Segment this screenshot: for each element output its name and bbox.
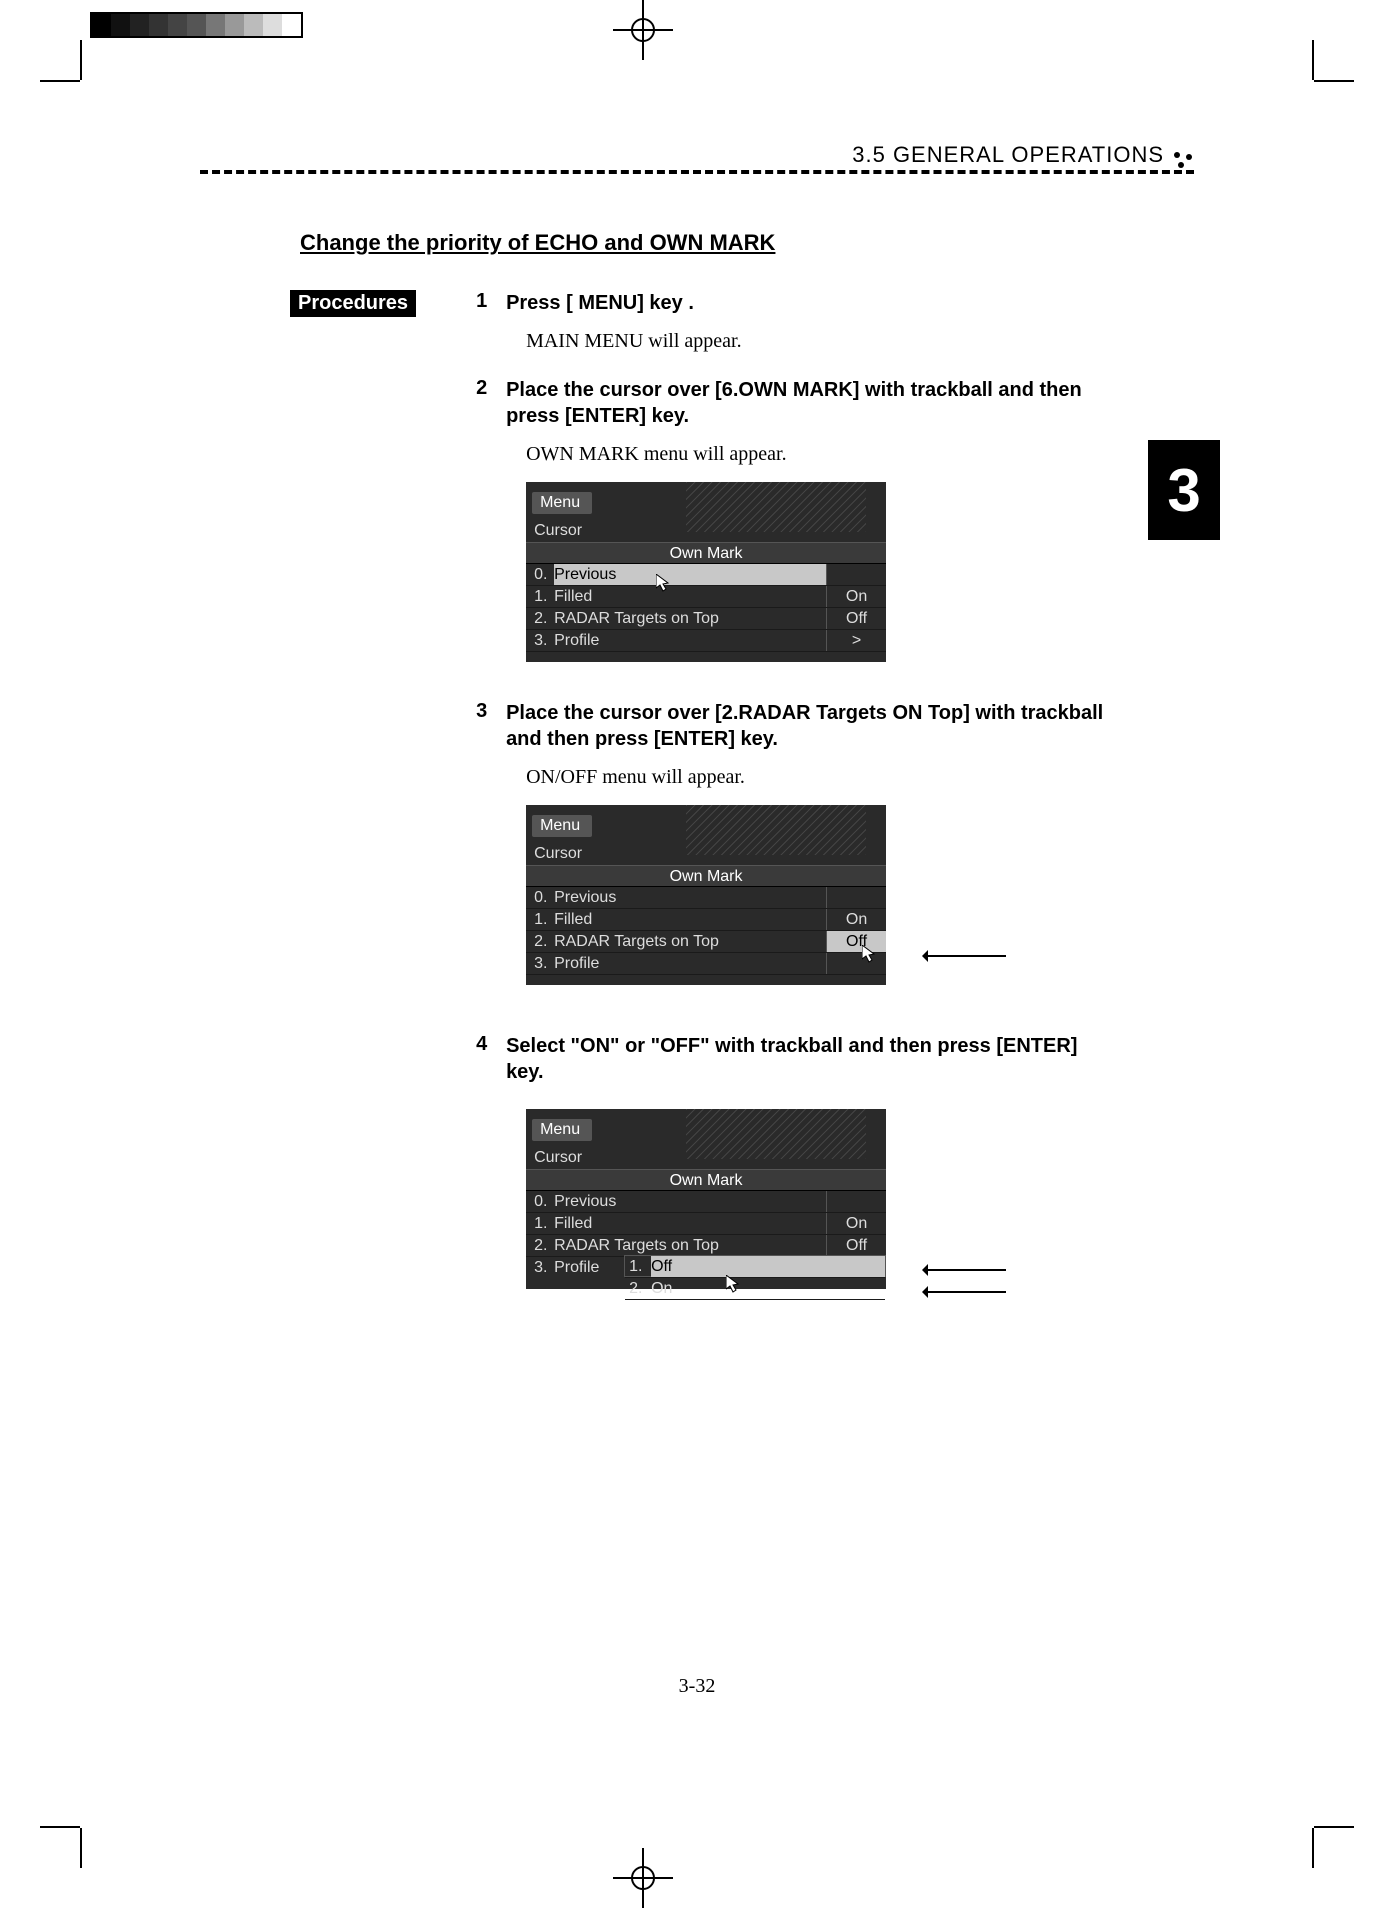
step-number: 4 xyxy=(476,1033,506,1319)
procedures-badge: Procedures xyxy=(290,290,416,317)
menu-row: 0.Previous xyxy=(526,1191,886,1213)
step-description: MAIN MENU will appear. xyxy=(526,330,1104,353)
menu-row: 3. Profile 1.Off 2.On xyxy=(526,1257,886,1279)
pointer-arrow-icon xyxy=(926,955,1006,957)
pointer-arrow-icon xyxy=(926,1291,1006,1293)
procedure-steps: 1 Press [ MENU] key . MAIN MENU will app… xyxy=(476,290,1104,1327)
menu-row: 1.FilledOn xyxy=(526,586,886,608)
step-number: 3 xyxy=(476,700,506,1025)
step-description: ON/OFF menu will appear. xyxy=(526,766,1104,789)
header-dots-icon xyxy=(1174,152,1194,172)
menu-row: 0.Previous xyxy=(526,887,886,909)
submenu: 1.Off 2.On xyxy=(624,1255,886,1277)
step-item: 4 Select "ON" or "OFF" with trackball an… xyxy=(476,1033,1104,1319)
step-title: Select "ON" or "OFF" with trackball and … xyxy=(506,1033,1104,1085)
running-header: 3.5 GENERAL OPERATIONS xyxy=(852,142,1164,168)
step-description: OWN MARK menu will appear. xyxy=(526,443,1104,466)
menu-row: 1.FilledOn xyxy=(526,909,886,931)
menu-label: Menu xyxy=(532,815,592,837)
pointer-arrow-icon xyxy=(926,1269,1006,1271)
menu-screenshot: Menu Cursor Own Mark 0.Previous 1.Filled… xyxy=(526,805,886,985)
menu-row: 2.RADAR Targets on TopOff xyxy=(526,931,886,953)
step-title: Place the cursor over [6.OWN MARK] with … xyxy=(506,377,1104,429)
section-title: Change the priority of ECHO and OWN MARK xyxy=(300,230,1104,256)
step-title: Press [ MENU] key . xyxy=(506,290,1104,316)
menu-row: 2.RADAR Targets on TopOff xyxy=(526,1235,886,1257)
content-area: Change the priority of ECHO and OWN MARK… xyxy=(290,230,1104,1347)
step-item: 3 Place the cursor over [2.RADAR Targets… xyxy=(476,700,1104,1025)
step-number: 1 xyxy=(476,290,506,369)
menu-label: Menu xyxy=(532,1119,592,1141)
menu-row: 2.RADAR Targets on TopOff xyxy=(526,608,886,630)
header-divider xyxy=(200,170,1194,174)
step-item: 1 Press [ MENU] key . MAIN MENU will app… xyxy=(476,290,1104,369)
menu-row: 1.FilledOn xyxy=(526,1213,886,1235)
submenu-row: 2.On xyxy=(625,1278,885,1300)
menu-screenshot: Menu Cursor Own Mark 0.Previous 1.Filled… xyxy=(526,482,886,662)
menu-row: 0.Previous xyxy=(526,564,886,586)
registration-mark-bottom xyxy=(613,1848,673,1908)
registration-mark-top xyxy=(613,0,673,60)
calibration-strip xyxy=(90,12,303,38)
step-title: Place the cursor over [2.RADAR Targets O… xyxy=(506,700,1104,752)
menu-screenshot: Menu Cursor Own Mark 0.Previous 1.Filled… xyxy=(526,1109,886,1289)
menu-title: Own Mark xyxy=(526,542,886,564)
menu-label: Menu xyxy=(532,492,592,514)
step-item: 2 Place the cursor over [6.OWN MARK] wit… xyxy=(476,377,1104,692)
submenu-row: 1.Off xyxy=(625,1256,885,1278)
step-number: 2 xyxy=(476,377,506,692)
chapter-tab: 3 xyxy=(1148,440,1220,540)
page-area: 3.5 GENERAL OPERATIONS 3 Change the prio… xyxy=(100,80,1294,1828)
menu-row: 3.Profile> xyxy=(526,630,886,652)
menu-title: Own Mark xyxy=(526,865,886,887)
page-number: 3-32 xyxy=(100,1675,1294,1698)
menu-title: Own Mark xyxy=(526,1169,886,1191)
menu-row: 3.Profile xyxy=(526,953,886,975)
